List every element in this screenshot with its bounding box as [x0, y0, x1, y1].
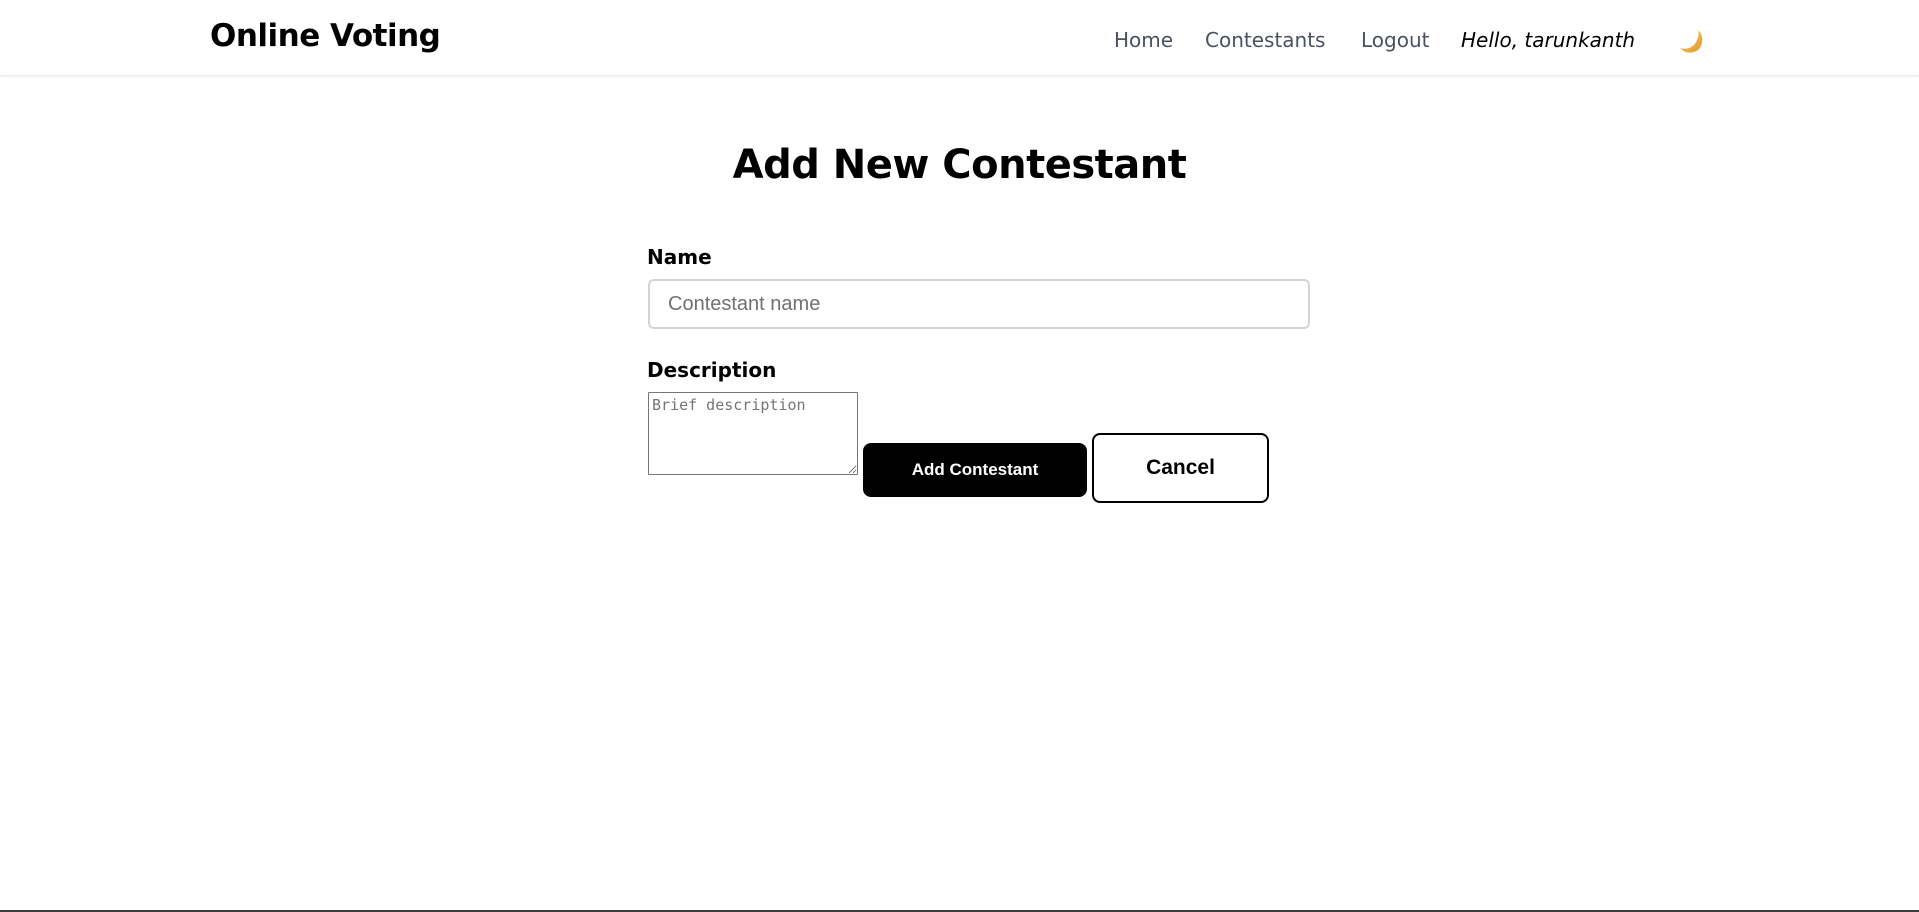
- nav-link-home[interactable]: Home: [1114, 28, 1173, 52]
- cancel-button[interactable]: Cancel: [1092, 433, 1269, 503]
- crescent-moon-icon: [1680, 30, 1703, 53]
- add-contestant-button[interactable]: Add Contestant: [863, 443, 1087, 497]
- description-textarea[interactable]: [648, 392, 858, 475]
- brand-logo[interactable]: Online Voting: [210, 18, 441, 54]
- top-navbar: Online Voting Home Contestants Logout He…: [0, 0, 1919, 76]
- page-title: Add New Contestant: [732, 142, 1187, 188]
- theme-toggle-button[interactable]: [1677, 27, 1705, 55]
- description-label: Description: [647, 358, 777, 382]
- name-label: Name: [647, 245, 712, 269]
- nav-link-logout[interactable]: Logout: [1361, 28, 1429, 52]
- contestant-name-input[interactable]: [648, 279, 1310, 329]
- nav-link-contestants[interactable]: Contestants: [1205, 28, 1325, 52]
- user-greeting: Hello, tarunkanth: [1461, 28, 1636, 52]
